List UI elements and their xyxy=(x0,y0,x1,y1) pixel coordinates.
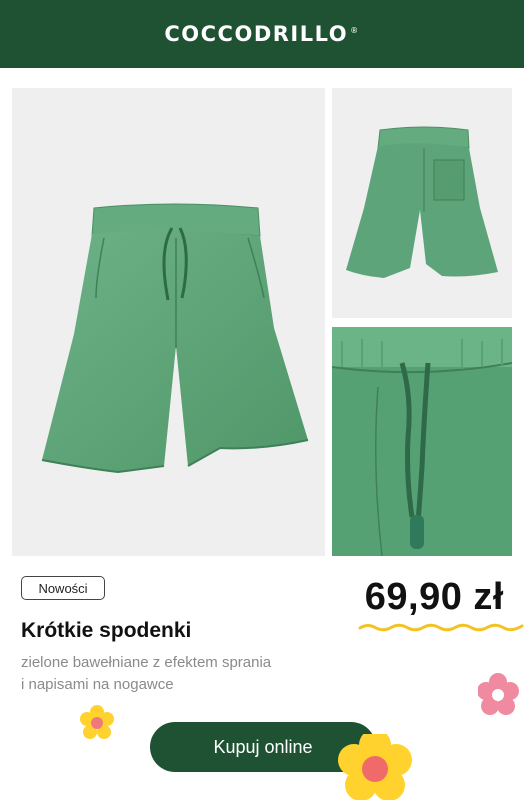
brand-logo[interactable]: COCCODRILLO ® xyxy=(164,22,359,46)
price-underline-decoration xyxy=(358,623,524,632)
description-line-2: i napisami na nogawce xyxy=(21,676,174,693)
flower-pink-decoration xyxy=(478,673,519,715)
product-title: Krótkie spodenki xyxy=(21,619,192,642)
header-bar: COCCODRILLO ® xyxy=(0,0,524,68)
flower-large-decoration xyxy=(338,734,412,800)
product-photo-front[interactable] xyxy=(12,88,325,556)
flower-small-decoration xyxy=(80,705,114,739)
product-price: 69,90 zł xyxy=(364,576,504,618)
product-description: zielone bawełniane z efektem sprania i n… xyxy=(21,652,321,696)
product-photo-detail[interactable] xyxy=(332,327,512,556)
product-photo-back[interactable] xyxy=(332,88,512,318)
description-line-1: zielone bawełniane z efektem sprania xyxy=(21,654,272,671)
new-badge: Nowości xyxy=(21,576,105,600)
